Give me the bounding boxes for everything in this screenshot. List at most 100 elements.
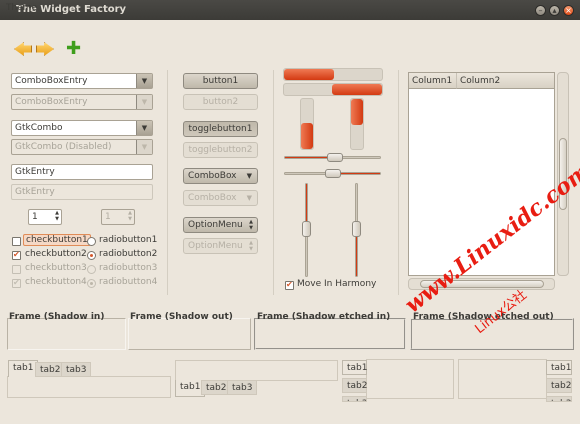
togglebutton1[interactable]: togglebutton1 [183, 121, 258, 137]
progress-bar-2 [283, 83, 383, 96]
combobox-entry-disabled-text: ComboBoxEntry [15, 97, 88, 107]
progress-bar-vertical-2 [350, 98, 364, 150]
radiobutton3-circle [87, 265, 96, 274]
gtk-combo-disabled-text: GtkCombo (Disabled) [15, 142, 112, 152]
radiobutton2-circle[interactable] [87, 251, 96, 260]
notebook-right-tab2[interactable]: tab2 [546, 378, 572, 393]
progress-bar-1 [283, 68, 383, 81]
combobox-label: ComboBox [188, 171, 237, 181]
column2-label: Column2 [460, 76, 501, 86]
radiobutton4-label: radiobutton4 [99, 277, 158, 287]
vscale-1-slider[interactable] [302, 221, 311, 237]
chevron-down-icon: ▼ [136, 95, 152, 109]
notebook-left-tab2[interactable]: tab2 [342, 378, 367, 393]
combobox[interactable]: ComboBox ▼ [183, 168, 258, 184]
notebook-top-pane [7, 376, 171, 398]
hscale-1-slider[interactable] [327, 153, 343, 162]
chevron-down-icon: ▼ [246, 194, 252, 202]
chevron-down-icon: ▼ [136, 140, 152, 154]
option-menu-disabled-label: OptionMenu [188, 241, 243, 251]
maximize-icon[interactable]: ▴ [549, 5, 560, 16]
minimize-icon[interactable]: – [535, 5, 546, 16]
spin-disabled-value: 1 [105, 212, 111, 222]
gtk-combo-text: GtkCombo [15, 123, 63, 133]
menu-bar [0, 20, 580, 36]
notebook-bottom-pane [175, 360, 338, 381]
spin-arrows-icon[interactable]: ▲ ▼ [55, 210, 59, 222]
frame-shadow-out [128, 318, 251, 350]
progress-bar-vertical-1 [300, 98, 314, 150]
togglebutton2: togglebutton2 [183, 142, 258, 158]
column1-label: Column1 [412, 76, 453, 86]
radiobutton1-label[interactable]: radiobutton1 [99, 235, 157, 245]
vscale-2-slider[interactable] [352, 221, 361, 237]
spin-button-disabled: 1 ▲ ▼ [101, 209, 135, 225]
up-down-icon: ▲ ▼ [249, 240, 253, 252]
progress-fill [301, 123, 313, 149]
combobox-entry-text: ComboBoxEntry [15, 76, 88, 86]
combobox-entry-disabled: ComboBoxEntry ▼ [11, 94, 153, 110]
option-menu-disabled: OptionMenu ▲ ▼ [183, 238, 258, 254]
close-icon[interactable]: × [563, 5, 574, 16]
checkbutton1-box[interactable] [12, 237, 21, 246]
progress-fill [351, 99, 363, 125]
button2: button2 [183, 94, 258, 110]
checkbutton2-label[interactable]: checkbutton2 [25, 249, 87, 259]
frame-shadow-etched-in-label: Frame (Shadow etched in) [257, 312, 391, 322]
combobox-disabled-label: ComboBox [188, 193, 237, 203]
column-separator [398, 70, 399, 295]
chevron-down-icon[interactable]: ▼ [136, 121, 152, 135]
checkbutton2-box[interactable] [12, 250, 21, 260]
notebook-right-pane [458, 359, 547, 399]
checkbutton3-box [12, 265, 21, 274]
notebook-left-pane [366, 359, 454, 399]
move-in-harmony-checkbox[interactable] [285, 280, 294, 290]
notebook-top-tab1[interactable]: tab1 [8, 360, 39, 377]
checkbutton1-label[interactable]: checkbutton1 [23, 234, 91, 246]
combobox-entry[interactable]: ComboBoxEntry ▼ [11, 73, 153, 89]
checkbutton4-box [12, 278, 21, 288]
column-separator [273, 70, 274, 295]
frame-shadow-in-label: Frame (Shadow in) [9, 312, 105, 322]
notebook-right-tab3[interactable]: tab3 [546, 396, 572, 402]
radiobutton3-label: radiobutton3 [99, 263, 158, 273]
move-in-harmony-label[interactable]: Move In Harmony [297, 279, 376, 289]
radiobutton2-label[interactable]: radiobutton2 [99, 249, 157, 259]
gtk-entry-disabled-text: GtkEntry [15, 187, 55, 197]
radiobutton4-circle [87, 279, 96, 288]
spin-arrows-icon: ▲ ▼ [128, 210, 132, 222]
notebook-left-tab3[interactable]: tab3 [342, 396, 367, 402]
button1[interactable]: button1 [183, 73, 258, 89]
go-back-icon[interactable] [14, 42, 32, 58]
frame-shadow-out-label: Frame (Shadow out) [130, 312, 233, 322]
spin-button[interactable]: 1 ▲ ▼ [28, 209, 62, 225]
column-header-1[interactable]: Column1 [409, 73, 457, 89]
frame-shadow-in [7, 318, 126, 350]
notebook-left-tab1[interactable]: tab1 [342, 360, 367, 375]
menu-theme[interactable]: Theme [6, 3, 37, 13]
hscale-2-slider[interactable] [325, 169, 341, 178]
chevron-down-icon: ▼ [246, 172, 252, 180]
progress-fill [332, 84, 382, 95]
gtk-entry-disabled: GtkEntry [11, 184, 153, 200]
frame-shadow-etched-in [254, 318, 406, 350]
column-header-2[interactable]: Column2 [457, 73, 554, 89]
go-forward-icon[interactable] [36, 42, 54, 58]
notebook-bottom-tab3[interactable]: tab3 [227, 380, 258, 395]
option-menu-label: OptionMenu [188, 220, 243, 230]
add-icon[interactable]: ✚ [66, 40, 84, 58]
gtk-entry[interactable]: GtkEntry [11, 164, 153, 180]
option-menu[interactable]: OptionMenu ▲ ▼ [183, 217, 258, 233]
chevron-down-icon[interactable]: ▼ [136, 74, 152, 88]
column-separator [167, 70, 168, 295]
gtk-combo[interactable]: GtkCombo ▼ [11, 120, 153, 136]
notebook-right-tab1[interactable]: tab1 [546, 360, 572, 375]
gtk-entry-text: GtkEntry [15, 167, 55, 177]
gtk-combo-disabled: GtkCombo (Disabled) ▼ [11, 139, 153, 155]
radiobutton1-circle[interactable] [87, 237, 96, 246]
checkbutton4-label: checkbutton4 [25, 277, 87, 287]
up-down-icon: ▲ ▼ [249, 219, 253, 231]
combobox-disabled: ComboBox ▼ [183, 190, 258, 206]
progress-fill [284, 69, 334, 80]
notebook-top-tab3[interactable]: tab3 [61, 362, 92, 377]
